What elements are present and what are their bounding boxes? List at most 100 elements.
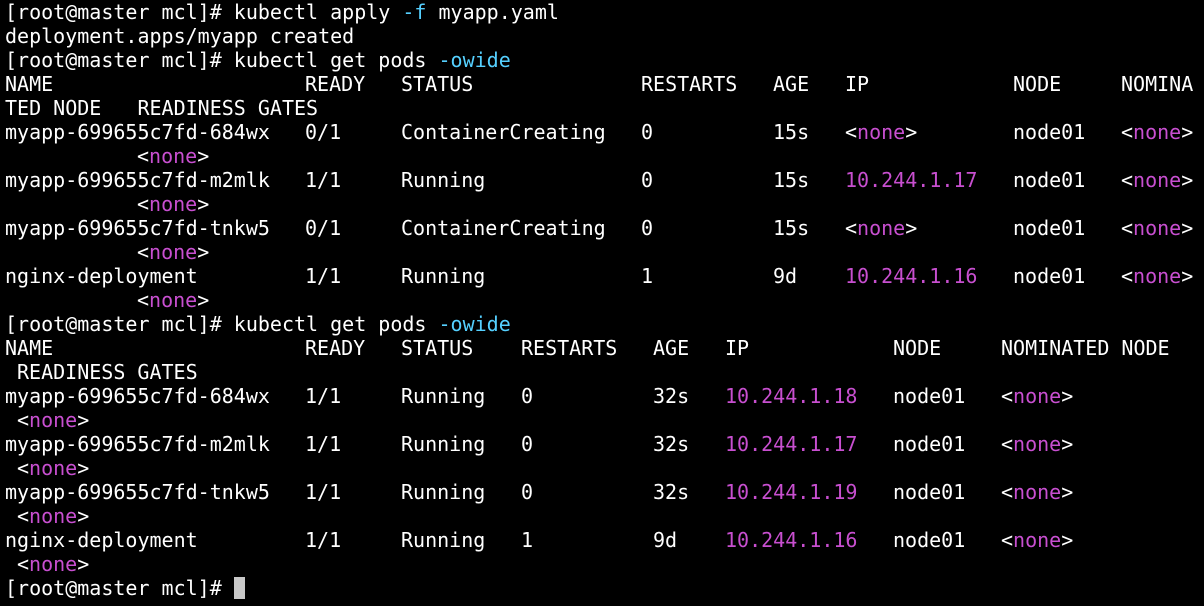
pod-node: node01 bbox=[1013, 120, 1086, 144]
command-text: myapp.yaml bbox=[426, 0, 559, 24]
input-line[interactable]: [root@master mcl]# bbox=[5, 576, 1204, 600]
pod-ip: 10.244.1.19 bbox=[725, 480, 858, 504]
pod-status: ContainerCreating bbox=[401, 216, 606, 240]
command-text: kubectl get pods bbox=[233, 312, 439, 336]
none-value: none bbox=[1013, 432, 1062, 456]
command-text: kubectl get pods bbox=[233, 48, 439, 72]
pod-age: 32s bbox=[653, 432, 690, 456]
pod-status: Running bbox=[401, 264, 486, 288]
none-value: none bbox=[149, 288, 198, 312]
readiness-gates: <none> bbox=[17, 504, 90, 528]
command-line: [root@master mcl]# kubectl apply -f myap… bbox=[5, 0, 1204, 24]
pod-ip: <none> bbox=[845, 120, 918, 144]
none-value: none bbox=[1133, 216, 1182, 240]
pod-name: myapp-699655c7fd-684wx bbox=[5, 120, 270, 144]
header-age: AGE bbox=[653, 336, 690, 360]
pod-ready: 1/1 bbox=[305, 264, 342, 288]
pod-ready: 1/1 bbox=[305, 432, 342, 456]
pod-age: 15s bbox=[773, 120, 810, 144]
pod-node: node01 bbox=[893, 528, 966, 552]
pod-node: node01 bbox=[1013, 168, 1086, 192]
table-row: myapp-699655c7fd-tnkw5 1/1 Running 0 32s 10.2… bbox=[5, 480, 1204, 504]
pod-name: myapp-699655c7fd-m2mlk bbox=[5, 432, 270, 456]
terminal-window[interactable]: [root@master mcl]# kubectl apply -f myap… bbox=[0, 0, 1204, 606]
header-wrap: TED NODE READINESS GATES bbox=[5, 96, 319, 120]
command-flag: -f bbox=[402, 0, 427, 24]
pod-nominated: <none> bbox=[1121, 216, 1194, 240]
none-value: none bbox=[149, 144, 198, 168]
none-value: none bbox=[1013, 528, 1062, 552]
row-wrap: <none> bbox=[5, 192, 1204, 216]
header-restarts: RESTARTS bbox=[641, 72, 738, 96]
none-value: none bbox=[29, 552, 78, 576]
pod-age: 9d bbox=[653, 528, 678, 552]
pod-restarts: 0 bbox=[521, 384, 534, 408]
pod-nominated: <none> bbox=[1121, 264, 1194, 288]
table-header: NAME READY STATUS RESTARTS AGE IP NODE NOMINA bbox=[5, 72, 1204, 96]
header-wrap: READINESS GATES bbox=[17, 360, 198, 384]
pod-restarts: 1 bbox=[521, 528, 534, 552]
none-value: none bbox=[149, 192, 198, 216]
table-row: nginx-deployment 1/1 Running 1 9d 10.244.1.16… bbox=[5, 264, 1204, 288]
pod-status: Running bbox=[401, 384, 486, 408]
command-flag: -owide bbox=[438, 312, 511, 336]
header-nominated: NOMINA bbox=[1121, 72, 1194, 96]
pod-ready: 0/1 bbox=[305, 216, 342, 240]
prompt: [root@master mcl]# bbox=[5, 48, 234, 72]
text-cursor[interactable] bbox=[233, 577, 245, 599]
table-row: myapp-699655c7fd-m2mlk 1/1 Running 0 32s 10.2… bbox=[5, 432, 1204, 456]
none-value: none bbox=[29, 504, 78, 528]
pod-node: node01 bbox=[893, 432, 966, 456]
readiness-gates: <none> bbox=[17, 408, 90, 432]
pod-nominated: <none> bbox=[1001, 432, 1074, 456]
row-wrap: <none> bbox=[5, 552, 1204, 576]
created-message: deployment.apps/myapp created bbox=[5, 24, 355, 48]
pod-ready: 1/1 bbox=[305, 384, 342, 408]
table-row: myapp-699655c7fd-684wx 1/1 Running 0 32s 10.2… bbox=[5, 384, 1204, 408]
readiness-gates: <none> bbox=[137, 288, 210, 312]
pod-ip: 10.244.1.18 bbox=[725, 384, 858, 408]
prompt: [root@master mcl]# bbox=[5, 0, 234, 24]
pod-ip: 10.244.1.17 bbox=[845, 168, 978, 192]
pod-ip: <none> bbox=[845, 216, 918, 240]
pod-name: nginx-deployment bbox=[5, 528, 198, 552]
pod-age: 32s bbox=[653, 480, 690, 504]
none-value: none bbox=[149, 240, 198, 264]
header-node: NODE bbox=[1013, 72, 1062, 96]
table-header-wrap: READINESS GATES bbox=[5, 360, 1204, 384]
pod-status: Running bbox=[401, 480, 486, 504]
header-ready: READY bbox=[305, 72, 366, 96]
pod-restarts: 0 bbox=[641, 216, 654, 240]
command-flag: -owide bbox=[438, 48, 511, 72]
none-value: none bbox=[1133, 120, 1182, 144]
pod-restarts: 0 bbox=[641, 168, 654, 192]
pod-status: Running bbox=[401, 168, 486, 192]
readiness-gates: <none> bbox=[137, 192, 210, 216]
command-line: [root@master mcl]# kubectl get pods -owi… bbox=[5, 48, 1204, 72]
header-status: STATUS bbox=[401, 72, 474, 96]
pod-name: myapp-699655c7fd-m2mlk bbox=[5, 168, 270, 192]
output-line: deployment.apps/myapp created bbox=[5, 24, 1204, 48]
row-wrap: <none> bbox=[5, 408, 1204, 432]
header-node: NODE bbox=[893, 336, 942, 360]
pod-status: ContainerCreating bbox=[401, 120, 606, 144]
pod-node: node01 bbox=[1013, 264, 1086, 288]
pod-restarts: 0 bbox=[521, 432, 534, 456]
table-header: NAME READY STATUS RESTARTS AGE IP NODE NOMINATE… bbox=[5, 336, 1204, 360]
header-ip: IP bbox=[725, 336, 750, 360]
none-value: none bbox=[857, 216, 906, 240]
row-wrap: <none> bbox=[5, 144, 1204, 168]
header-nominated: NOMINATED NODE bbox=[1001, 336, 1170, 360]
none-value: none bbox=[1013, 384, 1062, 408]
none-value: none bbox=[1133, 264, 1182, 288]
pod-nominated: <none> bbox=[1121, 120, 1194, 144]
pod-status: Running bbox=[401, 432, 486, 456]
pod-ready: 1/1 bbox=[305, 480, 342, 504]
table-row: myapp-699655c7fd-tnkw5 0/1 ContainerCreati… bbox=[5, 216, 1204, 240]
pod-nominated: <none> bbox=[1001, 480, 1074, 504]
pod-ip: 10.244.1.16 bbox=[725, 528, 858, 552]
pod-nominated: <none> bbox=[1001, 528, 1074, 552]
pod-nominated: <none> bbox=[1121, 168, 1194, 192]
none-value: none bbox=[29, 456, 78, 480]
header-ip: IP bbox=[845, 72, 870, 96]
